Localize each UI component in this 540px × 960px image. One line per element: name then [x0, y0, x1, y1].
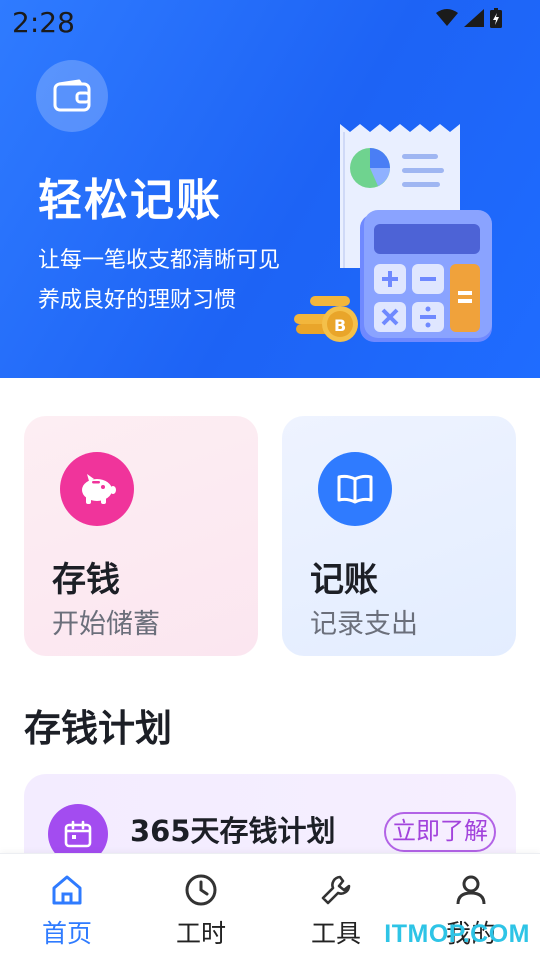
tab-work-hours[interactable]: 工时	[151, 870, 251, 950]
card-title: 记账	[310, 560, 378, 600]
status-bar: 2:28	[0, 0, 540, 46]
wrench-icon	[286, 870, 386, 910]
tab-home[interactable]: 首页	[17, 870, 117, 950]
wifi-icon	[436, 9, 458, 26]
hero-subtitle-line1: 让每一笔收支都清晰可见	[38, 248, 281, 273]
save-money-card[interactable]: 存钱 开始储蓄	[24, 416, 258, 656]
battery-icon	[490, 8, 502, 28]
piggy-bank-icon	[60, 452, 134, 526]
card-subtitle: 开始储蓄	[52, 609, 160, 640]
tab-tools[interactable]: 工具	[286, 870, 386, 950]
tab-label: 工时	[175, 919, 226, 948]
home-icon	[17, 870, 117, 910]
bookkeeping-card[interactable]: 记账 记录支出	[282, 416, 516, 656]
watermark: ITMOP.COM	[384, 920, 530, 948]
tab-label: 首页	[41, 919, 92, 948]
calculator-illustration: B	[294, 124, 492, 342]
card-subtitle: 记录支出	[310, 609, 418, 640]
svg-text:B: B	[334, 316, 346, 335]
user-icon	[421, 870, 521, 910]
hero-title: 轻松记账	[38, 175, 222, 226]
wallet-icon	[36, 60, 108, 132]
card-title: 存钱	[52, 560, 120, 600]
book-icon	[318, 452, 392, 526]
learn-more-button[interactable]: 立即了解	[384, 812, 496, 852]
plan-title: 365天存钱计划	[130, 814, 336, 848]
hero-banner: 轻松记账 让每一笔收支都清晰可见 养成良好的理财习惯 B 2:28	[0, 0, 540, 378]
signal-icon	[464, 9, 484, 27]
hero-subtitle-line2: 养成良好的理财习惯	[38, 288, 237, 313]
tab-label: 工具	[310, 919, 361, 948]
section-title: 存钱计划	[24, 707, 172, 750]
clock-icon	[151, 870, 251, 910]
status-time: 2:28	[12, 6, 75, 39]
